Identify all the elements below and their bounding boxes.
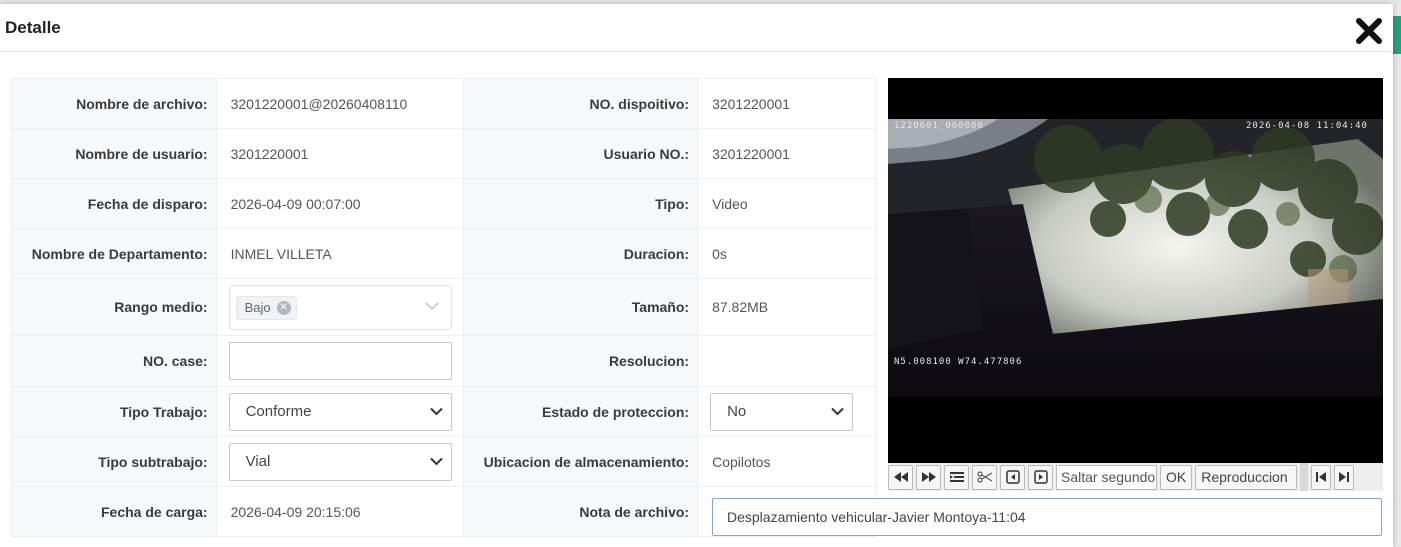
- tipo-trabajo-cell: Conforme: [215, 386, 464, 437]
- table-row: Tipo subtrabajo: Vial Ubicacion de almac…: [11, 436, 877, 487]
- rango-medio-tag-label: Bajo: [244, 299, 271, 315]
- label-estado-proteccion: Estado de proteccion:: [462, 386, 699, 437]
- toolbar-separator: [1300, 463, 1309, 491]
- osd-device-id: 1220001_000000: [894, 121, 984, 131]
- value-resolucion: [697, 335, 877, 387]
- tipo-subtrabajo-select[interactable]: Vial: [228, 442, 452, 481]
- tipo-trabajo-value: Conforme: [245, 402, 312, 420]
- skip-end-icon[interactable]: [1334, 464, 1355, 490]
- step-forward-frame-icon[interactable]: [1028, 464, 1053, 490]
- rango-medio-tag: Bajo ✕: [235, 295, 297, 320]
- label-tamano: Tamaño:: [462, 278, 699, 336]
- chevron-down-icon: [831, 407, 844, 415]
- chevron-down-icon: [425, 302, 439, 310]
- tipo-subtrabajo-cell: Vial: [215, 436, 464, 487]
- table-row: NO. case: Resolucion:: [11, 335, 877, 387]
- skip-start-icon[interactable]: [1311, 464, 1332, 490]
- value-fecha-carga: 2026-04-09 20:15:06: [215, 486, 464, 537]
- tag-remove-icon[interactable]: ✕: [276, 300, 291, 315]
- dialog-title: Detalle: [5, 18, 61, 37]
- label-duracion: Duracion:: [462, 228, 699, 279]
- value-fecha-disparo: 2026-04-09 00:07:00: [215, 178, 464, 229]
- label-tipo: Tipo:: [462, 178, 699, 229]
- value-tamano: 87.82MB: [697, 278, 877, 336]
- seek-seconds-input[interactable]: Saltar segundo: [1056, 464, 1157, 490]
- estado-proteccion-cell: No: [697, 386, 877, 437]
- chevron-down-icon: [429, 407, 443, 415]
- label-tipo-subtrabajo: Tipo subtrabajo:: [11, 436, 217, 487]
- label-departamento: Nombre de Departamento:: [11, 228, 217, 279]
- rewind-button[interactable]: [888, 464, 913, 490]
- label-resolucion: Resolucion:: [462, 335, 699, 387]
- table-row: Nombre de usuario: 3201220001 Usuario NO…: [11, 128, 877, 179]
- video-still-image: [888, 119, 1383, 397]
- no-case-input[interactable]: [228, 342, 452, 380]
- value-departamento: INMEL VILLETA: [215, 228, 464, 279]
- fast-forward-button[interactable]: [916, 464, 941, 490]
- label-no-dispositivo: NO. dispoitivo:: [462, 78, 699, 129]
- label-nombre-usuario: Nombre de usuario:: [11, 128, 217, 179]
- osd-datetime: 2026-04-08 11:04:40: [1246, 121, 1368, 131]
- table-row: Nombre de Departamento: INMEL VILLETA Du…: [11, 228, 877, 279]
- playback-button[interactable]: Reproduccion: [1195, 464, 1298, 490]
- value-duracion: 0s: [697, 228, 877, 279]
- table-row: Rango medio: Bajo ✕ Tamaño: 87.82MB: [11, 278, 877, 336]
- value-no-dispositivo: 3201220001: [697, 78, 877, 129]
- value-usuario-no: 3201220001: [697, 128, 877, 179]
- video-frame[interactable]: 1220001_000000 2026-04-08 11:04:40 N5.00…: [888, 119, 1383, 397]
- value-nombre-archivo: 3201220001@20260408110: [215, 78, 464, 129]
- label-fecha-carga: Fecha de carga:: [11, 486, 217, 537]
- label-nombre-archivo: Nombre de archivo:: [11, 78, 217, 129]
- label-ubicacion: Ubicacion de almacenamiento:: [462, 436, 699, 487]
- table-row: Nombre de archivo: 3201220001@2026040811…: [11, 78, 877, 129]
- rango-medio-select[interactable]: Bajo ✕: [228, 284, 452, 330]
- nota-archivo-input[interactable]: Desplazamiento vehicular-Javier Montoya-…: [712, 498, 1382, 536]
- value-nombre-usuario: 3201220001: [215, 128, 464, 179]
- close-icon[interactable]: [1354, 16, 1384, 46]
- label-no-case: NO. case:: [11, 335, 217, 387]
- value-tipo: Video: [697, 178, 877, 229]
- label-rango-medio: Rango medio:: [11, 278, 217, 336]
- video-player[interactable]: 1220001_000000 2026-04-08 11:04:40 N5.00…: [888, 78, 1383, 463]
- estado-proteccion-select[interactable]: No: [710, 392, 854, 431]
- label-nota-archivo: Nota de archivo:: [462, 486, 699, 537]
- background-strip-right: [1393, 0, 1401, 547]
- no-case-cell: [215, 335, 464, 387]
- tipo-subtrabajo-value: Vial: [245, 452, 271, 470]
- value-ubicacion: Copilotos: [697, 436, 877, 487]
- detail-form-table: Nombre de archivo: 3201220001@2026040811…: [11, 78, 877, 537]
- player-toolbar: Saltar segundo OK Reproduccion: [888, 463, 1383, 491]
- table-row: Tipo Trabajo: Conforme Estado de protecc…: [11, 386, 877, 437]
- table-row: Fecha de disparo: 2026-04-09 00:07:00 Ti…: [11, 178, 877, 229]
- label-tipo-trabajo: Tipo Trabajo:: [11, 386, 217, 437]
- rango-medio-cell: Bajo ✕: [215, 278, 464, 336]
- label-fecha-disparo: Fecha de disparo:: [11, 178, 217, 229]
- dialog-header: Detalle: [0, 4, 1393, 52]
- playlist-icon[interactable]: [944, 464, 969, 490]
- osd-gps: N5.008100 W74.477806: [894, 357, 1023, 367]
- scissors-icon[interactable]: [972, 464, 997, 490]
- label-usuario-no: Usuario NO.:: [462, 128, 699, 179]
- estado-proteccion-value: No: [727, 402, 747, 420]
- seek-ok-button[interactable]: OK: [1160, 464, 1193, 490]
- background-accent: [1393, 16, 1401, 54]
- chevron-down-icon: [429, 457, 443, 465]
- step-back-frame-icon[interactable]: [1000, 464, 1025, 490]
- tipo-trabajo-select[interactable]: Conforme: [228, 392, 452, 431]
